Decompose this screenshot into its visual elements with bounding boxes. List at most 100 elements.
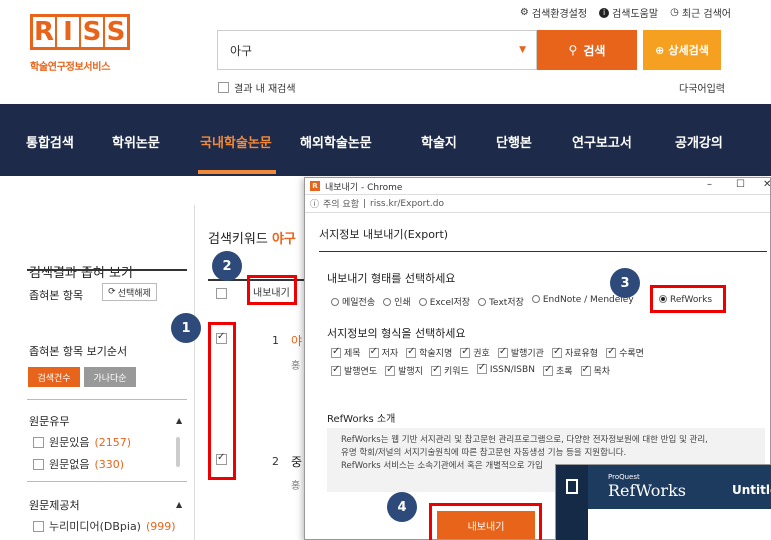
filter-option-count: (2157) [94, 435, 132, 449]
section-scrollbar[interactable] [176, 437, 180, 467]
document-title[interactable]: Untitled [732, 483, 771, 497]
option-label: ISSN/ISBN [489, 365, 535, 375]
logo-letter: S [106, 17, 126, 47]
result-title[interactable]: 중 [291, 453, 302, 470]
format-option[interactable]: 발행기관 [497, 346, 544, 359]
radio-button[interactable] [418, 298, 427, 306]
search-button[interactable]: ⚲ 검색 [537, 30, 637, 70]
minimize-icon[interactable]: – [707, 179, 712, 190]
format-checkbox[interactable] [580, 364, 591, 376]
export-type-option[interactable]: EndNote / Mendeley [531, 295, 634, 308]
format-checkbox[interactable] [385, 364, 396, 376]
nav-tab-integrated[interactable]: 통합검색 [26, 132, 74, 151]
document-icon[interactable] [566, 479, 578, 494]
export-type-option[interactable]: Excel저장 [418, 295, 471, 308]
filter-option[interactable]: 원문없음 (330) [33, 456, 124, 472]
format-option[interactable]: 초록 [542, 364, 573, 377]
util-link-label: 검색도움말 [612, 9, 659, 20]
result-author: 홍 [291, 481, 301, 492]
nav-tab-thesis[interactable]: 학위논문 [112, 132, 160, 151]
sort-by-count-button[interactable]: 검색건수 [28, 367, 80, 387]
format-checkbox[interactable] [606, 346, 617, 358]
format-option[interactable]: ISSN/ISBN [476, 362, 535, 377]
format-option[interactable]: 발행지 [385, 364, 423, 377]
nav-tab-foreign-papers[interactable]: 해외학술논문 [300, 132, 372, 151]
select-all-checkbox[interactable] [216, 288, 227, 299]
divider [27, 399, 187, 400]
export-type-option[interactable]: 메일전송 [331, 295, 375, 308]
window-titlebar[interactable]: R 내보내기 - Chrome – ☐ ✕ [305, 178, 771, 195]
address-bar[interactable]: ⓘ 주의 요함 | riss.kr/Export.do [305, 195, 770, 213]
format-option[interactable]: 발행연도 [331, 364, 377, 377]
radio-button[interactable] [478, 298, 487, 306]
riss-favicon-icon: R [310, 181, 320, 191]
search-help-link[interactable]: i 검색도움말 [599, 5, 658, 20]
format-option[interactable]: 제목 [331, 346, 361, 359]
filter-option[interactable]: 원문있음 (2157) [33, 434, 131, 450]
option-label: 제목 [344, 349, 361, 359]
radio-button[interactable] [531, 295, 540, 303]
re-search-checkbox[interactable] [218, 82, 229, 93]
recent-searches-link[interactable]: ◷ 최근 검색어 [670, 5, 731, 20]
filter-option-count: (999) [145, 519, 176, 533]
format-checkbox[interactable] [331, 364, 341, 376]
format-checkbox[interactable] [476, 362, 487, 374]
export-type-option[interactable]: 인쇄 [383, 295, 411, 308]
close-icon[interactable]: ✕ [763, 179, 771, 190]
nav-tab-domestic-papers[interactable]: 국내학술논문 [200, 132, 272, 151]
window-title: 내보내기 - Chrome [325, 182, 403, 193]
radio-button[interactable] [383, 298, 392, 306]
option-label: 권호 [473, 349, 490, 359]
format-option[interactable]: 목차 [580, 364, 611, 377]
format-checkbox[interactable] [406, 346, 417, 358]
re-search-option[interactable]: 결과 내 재검색 [218, 80, 296, 95]
export-type-option[interactable]: Text저장 [478, 295, 524, 308]
format-checkbox[interactable] [497, 346, 508, 358]
step-badge-4: 4 [387, 492, 417, 522]
search-settings-link[interactable]: ⚙ 검색환경설정 [520, 5, 587, 20]
clock-icon: ◷ [670, 7, 679, 18]
format-option[interactable]: 자료유형 [551, 346, 598, 359]
nav-tab-lectures[interactable]: 공개강의 [675, 132, 723, 151]
section-title-original-text[interactable]: 원문유무 [29, 413, 69, 429]
format-checkbox[interactable] [460, 346, 471, 358]
section-title-provider[interactable]: 원문제공처 [29, 497, 80, 513]
format-option[interactable]: 수록면 [606, 346, 644, 359]
option-label: Excel저장 [429, 298, 471, 308]
format-checkbox[interactable] [430, 364, 441, 376]
logo-mark: R I S S [30, 14, 130, 50]
advanced-search-button[interactable]: ⊕ 상세검색 [643, 30, 721, 70]
collapse-icon[interactable]: ▲ [176, 416, 182, 425]
chevron-down-icon[interactable]: ▼ [519, 45, 526, 55]
security-warning: 주의 요함 [323, 200, 359, 210]
filter-checkbox[interactable] [33, 520, 44, 532]
filter-checkbox[interactable] [33, 436, 44, 448]
result-title[interactable]: 야 [291, 332, 302, 349]
radio-button[interactable] [331, 298, 339, 306]
sort-alpha-button[interactable]: 가나다순 [84, 367, 136, 387]
multilang-input-link[interactable]: 다국어입력 [679, 80, 725, 95]
collapse-icon[interactable]: ▲ [176, 500, 182, 509]
format-option[interactable]: 저자 [368, 346, 398, 359]
format-option[interactable]: 권호 [460, 346, 490, 359]
nav-tab-reports[interactable]: 연구보고서 [572, 132, 632, 151]
logo-letter: R [33, 17, 57, 47]
format-checkbox[interactable] [551, 346, 562, 358]
option-label: 목차 [593, 367, 611, 377]
search-input[interactable]: 아구 ▼ [217, 30, 537, 70]
refworks-intro-title: RefWorks 소개 [327, 414, 396, 425]
highlight-refworks-option [650, 285, 726, 313]
format-option[interactable]: 키워드 [430, 364, 469, 377]
format-option[interactable]: 학술지명 [406, 346, 452, 359]
filter-checkbox[interactable] [33, 458, 44, 470]
nav-tab-journals[interactable]: 학술지 [421, 132, 457, 151]
maximize-icon[interactable]: ☐ [736, 179, 745, 190]
nav-tab-books[interactable]: 단행본 [496, 132, 532, 151]
refworks-window[interactable]: ProQuest RefWorks Untitled [555, 464, 771, 540]
reset-filter-button[interactable]: ⟳ 선택해제 [102, 283, 157, 301]
format-checkbox[interactable] [331, 346, 341, 358]
filter-option[interactable]: 누리미디어(DBpia) (999) [33, 518, 176, 534]
format-checkbox[interactable] [542, 364, 553, 376]
riss-logo[interactable]: R I S S 학술연구정보서비스 [30, 14, 130, 73]
format-checkbox[interactable] [368, 346, 379, 358]
